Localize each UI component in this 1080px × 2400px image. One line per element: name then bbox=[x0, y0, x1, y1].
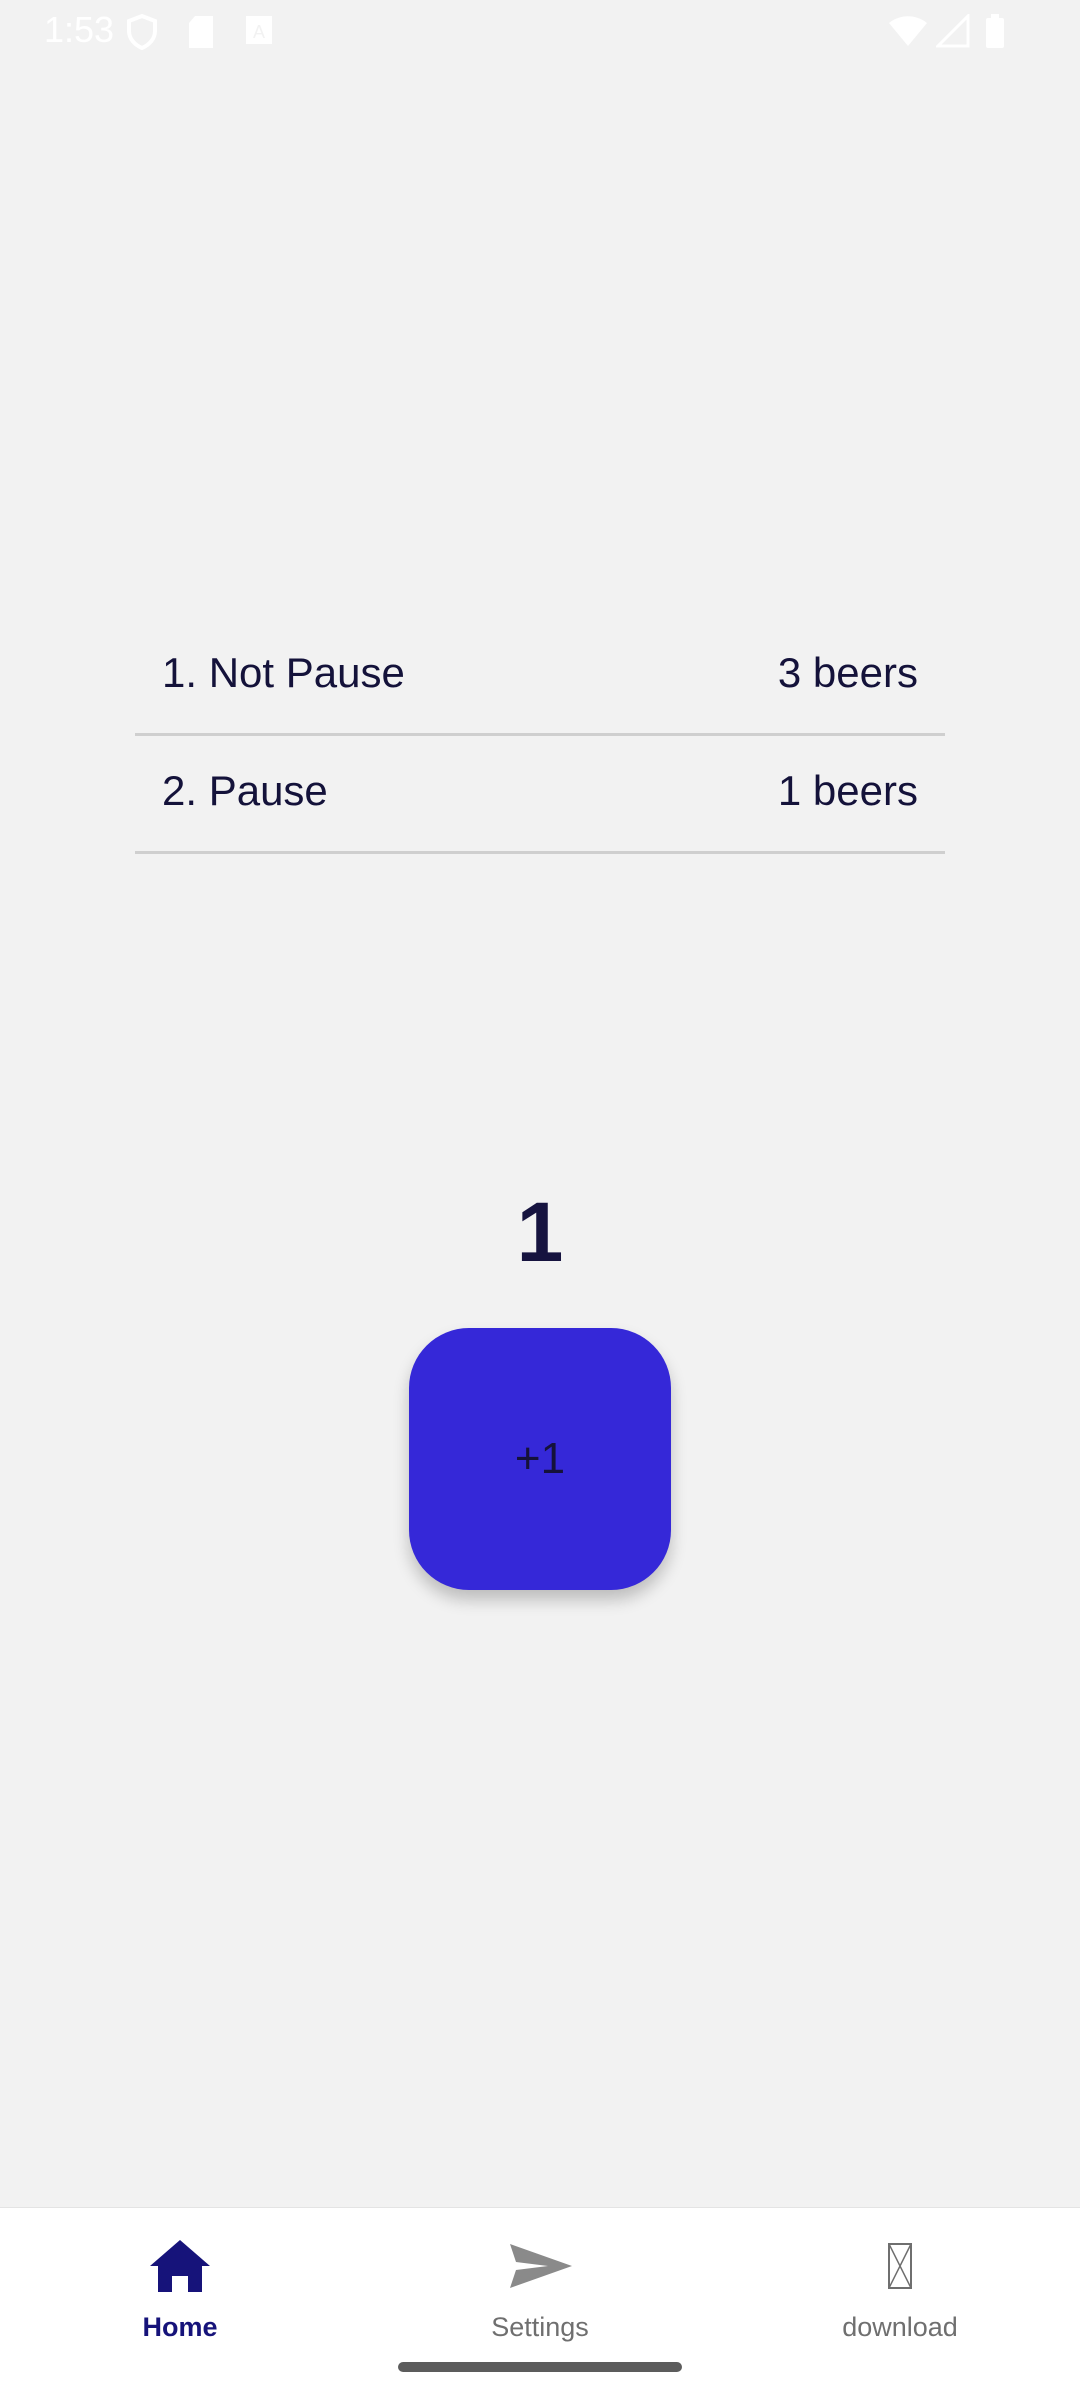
status-time: 1:53 bbox=[44, 9, 115, 50]
send-icon bbox=[504, 2236, 576, 2296]
broken-image-icon bbox=[864, 2236, 936, 2296]
leaderboard-list: 1. Not Pause 3 beers 2. Pause 1 beers bbox=[135, 618, 945, 854]
battery-icon bbox=[984, 14, 1006, 53]
shield-icon bbox=[126, 13, 158, 55]
nav-item-download[interactable]: download bbox=[720, 2208, 1080, 2358]
list-item: 1. Not Pause 3 beers bbox=[135, 618, 945, 736]
wifi-icon bbox=[888, 14, 928, 53]
keyboard-a-icon: A bbox=[244, 14, 274, 51]
app-screen: 1:53 A 1. Not Pause 3 beers 2. Pause 1 b… bbox=[0, 0, 1080, 2400]
list-item-name: 2. Pause bbox=[162, 767, 328, 814]
nav-item-home-label: Home bbox=[142, 2312, 218, 2342]
cellular-signal-icon bbox=[934, 12, 970, 53]
list-item-count: 1 beers bbox=[777, 767, 918, 814]
list-item: 2. Pause 1 beers bbox=[135, 736, 945, 854]
list-item-name: 1. Not Pause bbox=[162, 649, 405, 696]
svg-text:A: A bbox=[253, 22, 265, 42]
add-one-button-label: +1 bbox=[514, 1434, 566, 1483]
add-one-button[interactable]: +1 bbox=[409, 1328, 671, 1590]
home-indicator-bar[interactable] bbox=[398, 2362, 682, 2372]
nav-item-download-label: download bbox=[842, 2312, 958, 2342]
status-bar: 1:53 A bbox=[0, 0, 1080, 62]
nav-item-settings[interactable]: Settings bbox=[360, 2208, 720, 2358]
nav-item-home[interactable]: Home bbox=[0, 2208, 360, 2358]
home-icon bbox=[144, 2236, 216, 2296]
nav-item-settings-label: Settings bbox=[491, 2312, 589, 2342]
beer-counter-value: 1 bbox=[516, 1185, 564, 1279]
list-item-count: 3 beers bbox=[777, 649, 918, 696]
sd-card-icon bbox=[186, 14, 216, 55]
